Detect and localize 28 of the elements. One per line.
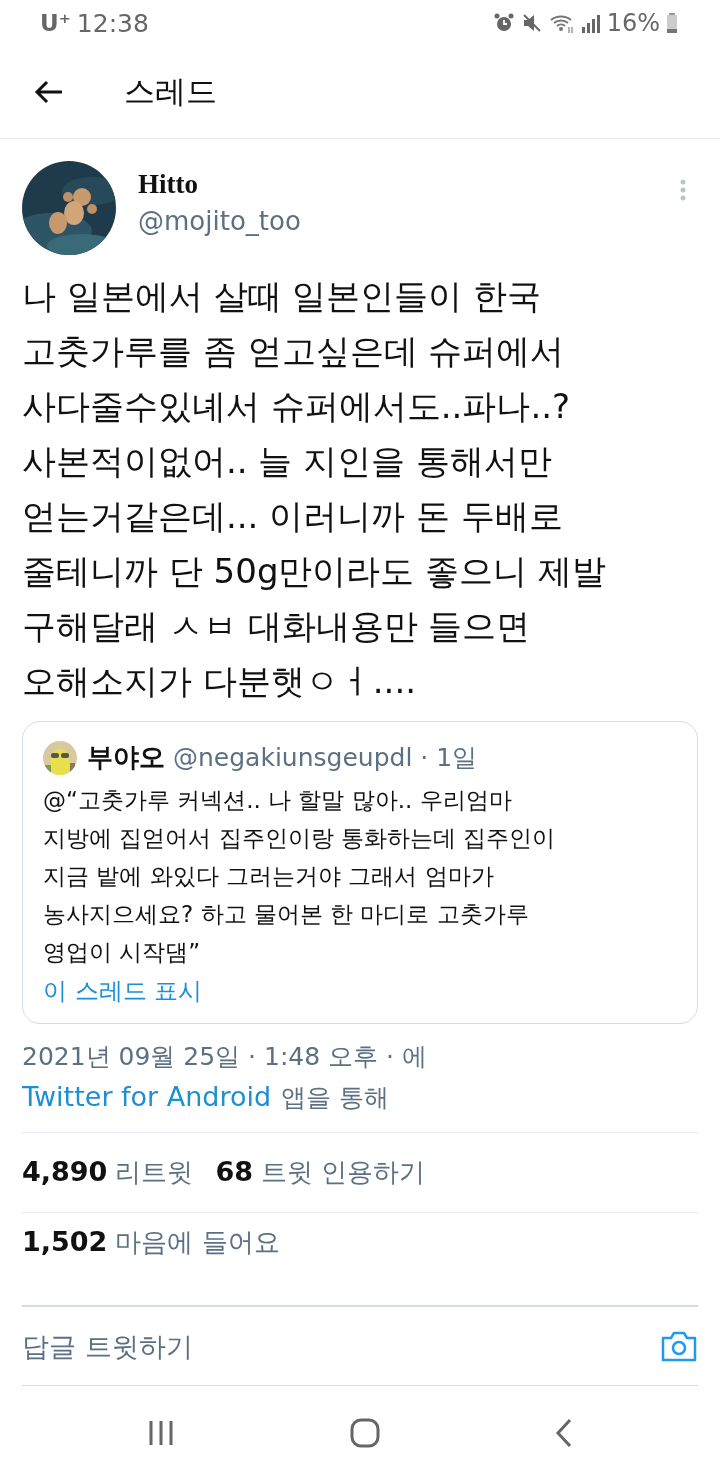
stat-count[interactable]: 68	[215, 1156, 253, 1187]
quoted-tweet-age: · 1일	[420, 742, 478, 774]
stat-count[interactable]: 4,890	[22, 1156, 108, 1187]
quoted-tweet-text: @“고춧가루 커넥션.. 나 할말 많아.. 우리엄마 지방에 집얻어서 집주인이랑 통화하는데 집주인이 지금 밭에 와있다 그러는거야 그래서 엄마가 농사지으세요? 하고 물어본 한 마디로 고춧가루 영업이 시작댐”	[43, 786, 557, 967]
show-thread-link[interactable]: 이 스레드 표시	[43, 975, 203, 1007]
author-handle[interactable]: @mojito_too	[138, 206, 678, 236]
stat-label[interactable]: 리트윗	[115, 1155, 194, 1190]
tweet-text: 나 일본에서 살때 일본인들이 한국 고춧가루를 좀 얻고싶은데 슈퍼에서 사다줄수있녜서 슈퍼에서도..파나..? 사본적이없어.. 늘 지인을 통해서만 얻는거같은데... 이러니까 돈 두배로 줄테니까 단 50g만이라도 좋으니 제발 구해달래 ㅅㅂ 대화내용만 들으면 오해소지가 다분햇ㅇㅓ....	[22, 275, 608, 703]
source-app-link[interactable]: Twitter for Android	[22, 1081, 272, 1112]
alarm-icon	[492, 12, 515, 34]
likes-label[interactable]: 마음에 들어요	[115, 1225, 280, 1260]
reply-field[interactable]: 답글 트윗하기	[22, 1330, 660, 1362]
quoted-tweet-card[interactable]: 부야오 @negakiunsgeupdl · 1일 @“고춧가루 커넥션.. 나 할말 많아.. 우리엄마 지방에 집얻어서 집주인이랑 통화하는데 집주인이 지금 밭에 와있다 그러는거야 그래서 엄마가 농사지으세요? 하고 물어본 한 마디로 고춧가루 영업이 시작댐” 이 스레드 표시	[22, 721, 698, 1024]
battery-percent: 16%	[606, 9, 660, 37]
author-name[interactable]: Hitto	[138, 169, 678, 200]
camera-icon[interactable]	[660, 1329, 698, 1363]
carrier-label: U⁺	[40, 10, 71, 36]
battery-icon	[666, 12, 678, 34]
tweet-timestamp: 2021년 09월 25일 · 1:48 오후 · 에	[22, 1041, 428, 1073]
stat-label[interactable]: 트윗 인용하기	[261, 1155, 426, 1190]
clock-time: 12:38	[76, 8, 149, 38]
signal-icon	[580, 12, 601, 34]
mute-icon	[520, 12, 543, 34]
source-caption: 앱을 통해	[281, 1082, 390, 1114]
quoted-author-handle: @negakiunsgeupdl	[173, 743, 413, 772]
page-title: 스레드	[124, 72, 217, 111]
likes-count[interactable]: 1,502	[22, 1226, 108, 1257]
quoted-author-name: 부야오	[87, 741, 165, 774]
